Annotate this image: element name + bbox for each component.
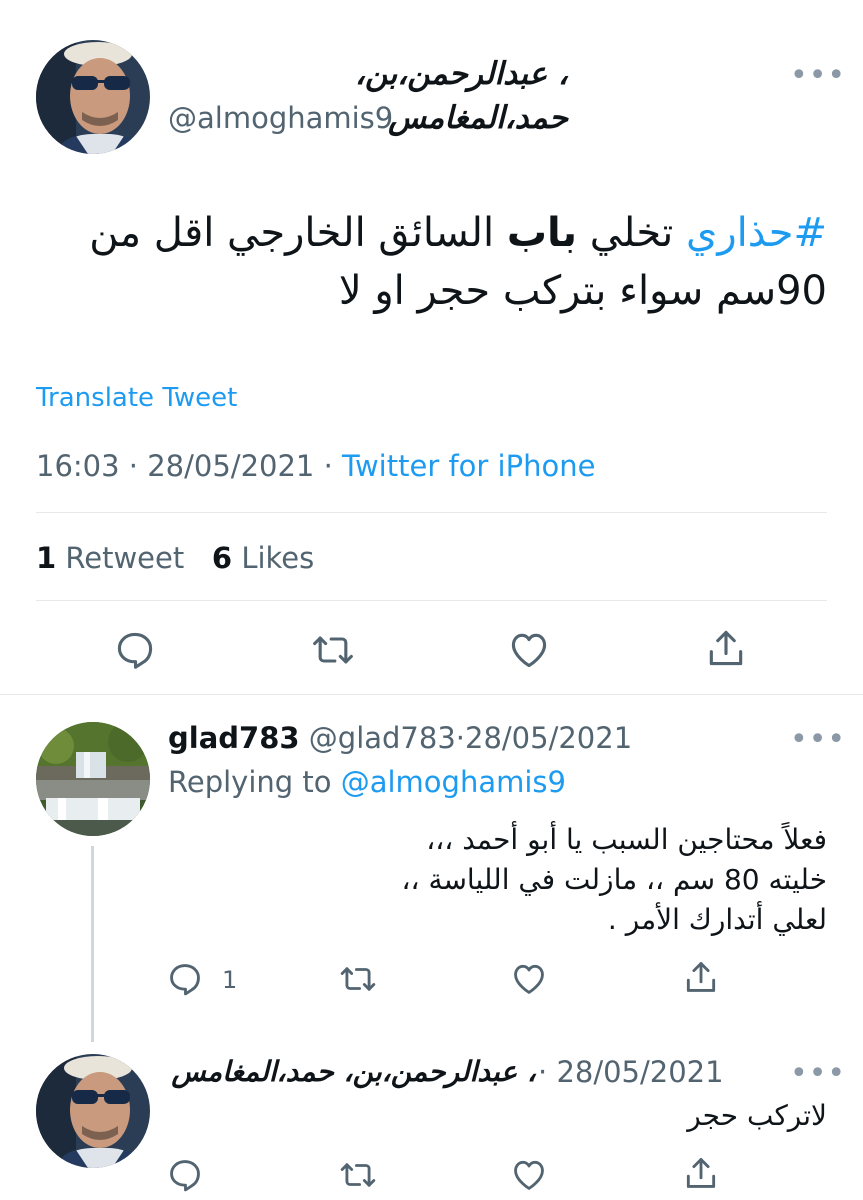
likes-count: 6: [211, 541, 233, 575]
separator-dot: ·: [455, 721, 465, 755]
like-icon[interactable]: [510, 1156, 548, 1194]
replying-to: Replying to @almoghamis9: [168, 762, 566, 802]
tweet-source-link[interactable]: Twitter for iPhone: [342, 449, 595, 483]
divider: [36, 600, 827, 601]
reply1-display-name[interactable]: glad783: [168, 721, 300, 755]
retweet-icon[interactable]: [338, 1156, 378, 1194]
reply-avatar[interactable]: [36, 722, 150, 836]
reply2-text: لاتركب حجر: [687, 1099, 827, 1132]
tweet-time: 16:03: [36, 449, 120, 483]
reply-icon[interactable]: [113, 628, 157, 672]
tweet-date[interactable]: 28/05/2021: [147, 449, 314, 483]
translate-tweet-link[interactable]: Translate Tweet: [36, 380, 237, 416]
reply1-header: glad783 @glad783·28/05/2021: [168, 718, 632, 758]
retweet-icon[interactable]: [310, 628, 356, 672]
separator-dot: ·: [128, 449, 139, 483]
reply1-handle[interactable]: @glad783: [309, 721, 456, 755]
reply1-text-line-3: لعلي أتدارك الأمر .: [607, 903, 827, 936]
divider: [0, 694, 863, 695]
retweets-label: Retweet: [65, 541, 185, 575]
tweet-text-bold: باب: [506, 210, 578, 256]
divider: [36, 512, 827, 513]
reply-icon[interactable]: [166, 960, 204, 998]
replying-to-label: Replying to: [168, 765, 332, 799]
tweet-text-part2: السائق الخارجي اقل من: [89, 210, 507, 256]
likes-stat[interactable]: 6 Likes: [212, 541, 314, 575]
reply1-text-line-1: فعلاً محتاجين السبب يا أبو أحمد ،،،: [426, 823, 827, 856]
more-options-icon[interactable]: •••: [790, 725, 846, 755]
like-icon[interactable]: [510, 960, 548, 998]
tweet-metadata: 16:03 · 28/05/2021 · Twitter for iPhone: [36, 446, 595, 486]
author-avatar[interactable]: [36, 40, 150, 154]
tweet-text-line-1: #حذاري تخلي باب السائق الخارجي اقل من: [36, 204, 827, 262]
share-icon[interactable]: [704, 626, 748, 670]
separator-dot: ·: [538, 1055, 548, 1089]
retweets-stat[interactable]: 1 Retweet: [36, 541, 184, 575]
reply-icon[interactable]: [166, 1156, 204, 1194]
reply2-date-line: · 28/05/2021: [538, 1052, 724, 1092]
hashtag-link[interactable]: #حذاري: [686, 210, 827, 256]
reply2-display-name[interactable]: ، عبدالرحمن،بن، حمد،المغامس: [166, 1050, 536, 1094]
reply2-avatar[interactable]: [36, 1054, 150, 1168]
tweet-text-part1: تخلي: [577, 210, 687, 256]
more-options-icon[interactable]: •••: [790, 1059, 846, 1089]
retweet-icon[interactable]: [338, 960, 378, 998]
thread-line: [91, 846, 94, 1042]
like-icon[interactable]: [507, 628, 551, 672]
reply2-date[interactable]: 28/05/2021: [556, 1055, 723, 1089]
separator-dot: ·: [323, 449, 333, 483]
reply1-date[interactable]: 28/05/2021: [465, 721, 632, 755]
author-handle[interactable]: @almoghamis9: [168, 98, 393, 138]
share-icon[interactable]: [682, 1154, 720, 1192]
retweets-count: 1: [36, 541, 57, 575]
engagement-stats: 1 Retweet 6 Likes: [36, 538, 314, 578]
replying-to-handle[interactable]: @almoghamis9: [341, 765, 566, 799]
share-icon[interactable]: [682, 958, 720, 996]
reply1-text: فعلاً محتاجين السبب يا أبو أحمد ،،، خليت…: [168, 820, 827, 940]
tweet-text: #حذاري تخلي باب السائق الخارجي اقل من 90…: [36, 204, 827, 320]
reply-count: 1: [222, 966, 238, 994]
more-options-icon[interactable]: •••: [790, 61, 846, 91]
tweet-text-line-2: 90سم سواء بتركب حجر او لا: [338, 268, 827, 314]
likes-label: Likes: [241, 541, 315, 575]
reply1-text-line-2: خليته 80 سم ،، مازلت في اللياسة ،،: [401, 863, 827, 896]
